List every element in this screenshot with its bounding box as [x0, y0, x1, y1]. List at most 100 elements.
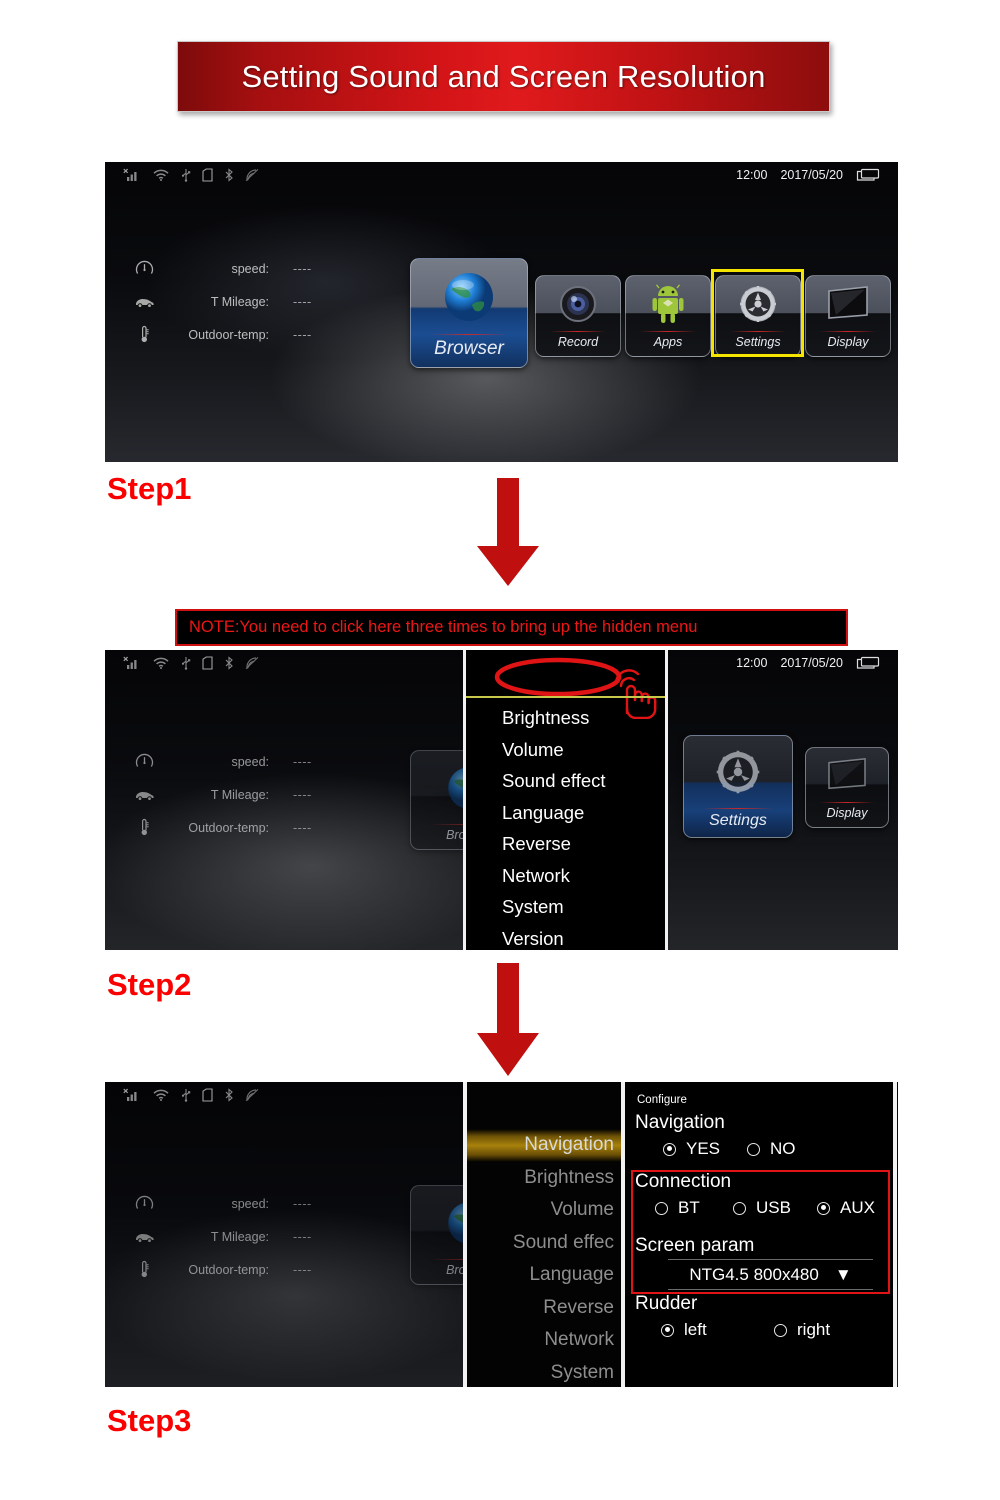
menu-item-network[interactable]: Network	[466, 860, 665, 892]
app-tile-label: Browser	[434, 338, 504, 359]
info-label: speed:	[231, 754, 269, 769]
configure-label: Configure	[637, 1094, 687, 1106]
windows-icon[interactable]	[856, 656, 880, 670]
status-date: 2017/05/20	[780, 656, 843, 670]
radio-option-left[interactable]: left	[661, 1320, 774, 1340]
camera-lens-icon	[536, 276, 620, 331]
info-row: T Mileage: ----	[131, 1220, 312, 1253]
app-tile-display[interactable]: Display	[805, 747, 889, 828]
step2-right-status-bar: 12:00 2017/05/20	[668, 650, 898, 676]
app-tile-apps[interactable]: Apps	[625, 275, 711, 357]
info-label: T Mileage:	[210, 1229, 269, 1244]
signal-off-icon	[123, 656, 137, 669]
menu-item-sound-effect[interactable]: Sound effect	[466, 765, 665, 797]
cast-off-icon	[245, 1088, 259, 1102]
info-row: Outdoor-temp: ----	[131, 1253, 312, 1286]
car-icon	[131, 1230, 157, 1244]
gear-icon	[684, 736, 792, 808]
app-tile-display[interactable]: Display	[805, 275, 891, 357]
app-tile-label: Record	[557, 335, 599, 349]
signal-off-icon	[123, 168, 137, 181]
radio-icon	[663, 1142, 676, 1156]
step2-label: Step2	[107, 967, 192, 1002]
wifi-icon	[153, 169, 169, 181]
settings-item-volume[interactable]: Volume	[467, 1194, 623, 1227]
info-value: ----	[293, 787, 312, 802]
info-label: Outdoor-temp:	[188, 1262, 269, 1277]
usb-icon	[181, 169, 191, 182]
note-text: NOTE:You need to click here three times …	[189, 618, 698, 636]
step2-vehicle-info: speed: ---- T Mileage: ---- Outdoor-temp…	[131, 745, 312, 844]
globe-icon	[411, 259, 527, 334]
app-tile-browser[interactable]: Browser	[410, 258, 528, 368]
configure-group-navigation: Navigation YES NO	[635, 1111, 885, 1159]
app-tile-record[interactable]: Record	[535, 275, 621, 357]
status-time: 12:00	[736, 168, 768, 182]
radio-option-yes[interactable]: YES	[635, 1139, 747, 1159]
info-row: Outdoor-temp: ----	[131, 811, 312, 844]
menu-item-volume[interactable]: Volume	[466, 734, 665, 766]
app-tile-label: Display	[827, 335, 869, 349]
menu-item-brightness[interactable]: Brightness	[466, 702, 665, 734]
group-title: Navigation	[635, 1112, 725, 1133]
menu-top-rule	[466, 696, 665, 698]
windows-icon[interactable]	[856, 168, 880, 182]
note-banner: NOTE:You need to click here three times …	[175, 609, 848, 646]
car-icon	[131, 295, 157, 309]
menu-item-version[interactable]: Version	[466, 923, 665, 951]
panel-divider	[665, 650, 668, 950]
settings-item-network[interactable]: Network	[467, 1324, 623, 1357]
radio-label: NO	[770, 1139, 796, 1158]
radio-icon	[774, 1323, 787, 1337]
red-ellipse-icon	[494, 657, 622, 697]
menu-item-system[interactable]: System	[466, 891, 665, 923]
radio-label: right	[797, 1320, 831, 1339]
step1-vehicle-info: speed: ---- T Mileage: ---- Outdoor-temp…	[131, 252, 312, 351]
settings-item-sound-effect[interactable]: Sound effec	[467, 1227, 623, 1260]
thermometer-icon	[131, 325, 157, 344]
sdcard-icon	[202, 656, 213, 670]
settings-item-language[interactable]: Language	[467, 1259, 623, 1292]
settings-menu-list: Navigation Brightness Volume Sound effec…	[467, 1129, 623, 1387]
thermometer-icon	[131, 1260, 157, 1279]
signal-off-icon	[123, 1088, 137, 1101]
settings-item-navigation[interactable]: Navigation	[467, 1129, 623, 1162]
info-value: ----	[293, 820, 312, 835]
page-title: Setting Sound and Screen Resolution	[241, 58, 766, 94]
step1-label: Step1	[107, 471, 192, 506]
app-tile-label: Apps	[653, 335, 683, 349]
usb-icon	[181, 657, 191, 670]
menu-item-reverse[interactable]: Reverse	[466, 828, 665, 860]
settings-item-system[interactable]: System	[467, 1357, 623, 1388]
app-tile-settings[interactable]: Settings	[683, 735, 793, 838]
info-value: ----	[293, 754, 312, 769]
speedometer-icon	[131, 1194, 157, 1213]
radio-option-right[interactable]: right	[774, 1320, 830, 1340]
radio-option-no[interactable]: NO	[747, 1139, 796, 1159]
car-icon	[131, 788, 157, 802]
bluetooth-icon	[225, 168, 233, 182]
page-title-banner: Setting Sound and Screen Resolution	[177, 41, 830, 112]
info-value: ----	[293, 261, 312, 276]
android-icon	[626, 276, 710, 331]
down-arrow-1	[477, 478, 539, 586]
radio-label: left	[684, 1320, 707, 1339]
radio-label: YES	[686, 1139, 721, 1158]
menu-item-language[interactable]: Language	[466, 797, 665, 829]
radio-icon	[661, 1323, 674, 1337]
info-label: T Mileage:	[210, 294, 269, 309]
settings-highlight-box	[711, 269, 804, 357]
info-row: Outdoor-temp: ----	[131, 318, 312, 351]
connection-screen-param-highlight	[631, 1170, 890, 1294]
cast-off-icon	[245, 168, 259, 182]
group-title: Rudder	[635, 1293, 698, 1314]
app-tile-label: Display	[826, 806, 868, 820]
settings-item-reverse[interactable]: Reverse	[467, 1292, 623, 1325]
settings-item-brightness[interactable]: Brightness	[467, 1162, 623, 1195]
info-label: Outdoor-temp:	[188, 820, 269, 835]
info-value: ----	[293, 294, 312, 309]
info-label: T Mileage:	[210, 787, 269, 802]
info-label: speed:	[231, 261, 269, 276]
hidden-menu-list: Brightness Volume Sound effect Language …	[466, 702, 665, 950]
status-time: 12:00	[736, 656, 768, 670]
